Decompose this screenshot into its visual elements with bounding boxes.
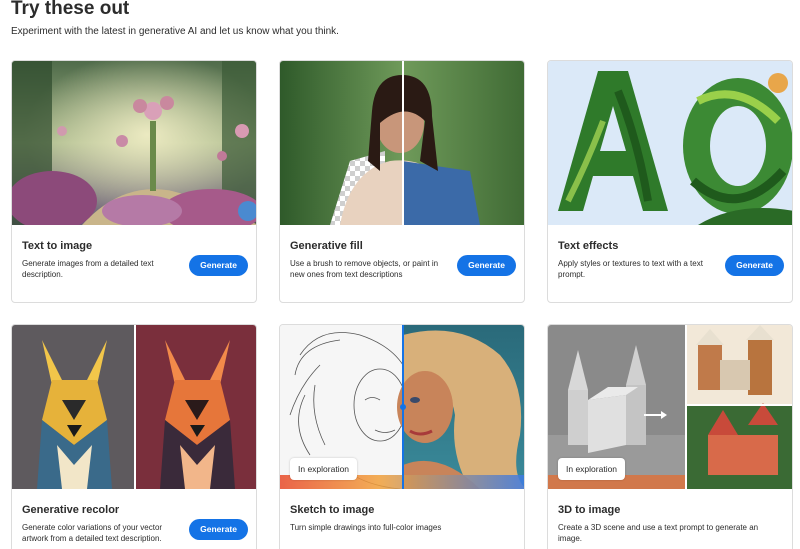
- card-text-to-image[interactable]: Text to image Generate images from a det…: [11, 60, 257, 303]
- card-description: Apply styles or textures to text with a …: [558, 259, 703, 279]
- page-subtitle: Experiment with the latest in generative…: [11, 26, 339, 37]
- generate-button[interactable]: Generate: [725, 255, 784, 276]
- generate-button[interactable]: Generate: [189, 255, 248, 276]
- card-title: Sketch to image: [290, 504, 375, 516]
- text-to-image-preview: [12, 61, 256, 225]
- card-description: Use a brush to remove objects, or paint …: [290, 259, 439, 279]
- card-sketch-to-image[interactable]: In exploration Sketch to image Turn simp…: [279, 324, 525, 549]
- card-generative-fill[interactable]: Generative fill Use a brush to remove ob…: [279, 60, 525, 303]
- card-description: Create a 3D scene and use a text prompt …: [558, 523, 759, 543]
- in-exploration-badge: In exploration: [290, 458, 358, 480]
- card-title: Text effects: [558, 240, 619, 252]
- card-3d-to-image[interactable]: In exploration 3D to image Create a 3D s…: [547, 324, 793, 549]
- card-text-effects[interactable]: Text effects Apply styles or textures to…: [547, 60, 793, 303]
- generate-button[interactable]: Generate: [189, 519, 248, 540]
- card-description: Turn simple drawings into full-color ima…: [290, 523, 442, 532]
- card-title: Generative fill: [290, 240, 363, 252]
- page-title: Try these out: [11, 0, 130, 19]
- card-title: Text to image: [22, 240, 93, 252]
- card-title: 3D to image: [558, 504, 621, 516]
- card-generative-recolor[interactable]: Generative recolor Generate color variat…: [11, 324, 257, 549]
- in-exploration-badge: In exploration: [558, 458, 626, 480]
- page-header: Try these out Experiment with the latest…: [11, 0, 791, 38]
- generative-recolor-preview: [12, 325, 256, 489]
- generative-fill-preview: [280, 61, 524, 225]
- card-title: Generative recolor: [22, 504, 120, 516]
- text-effects-preview: [548, 61, 792, 225]
- generate-button[interactable]: Generate: [457, 255, 516, 276]
- card-description: Generate images from a detailed text des…: [22, 259, 154, 279]
- card-description: Generate color variations of your vector…: [22, 523, 163, 543]
